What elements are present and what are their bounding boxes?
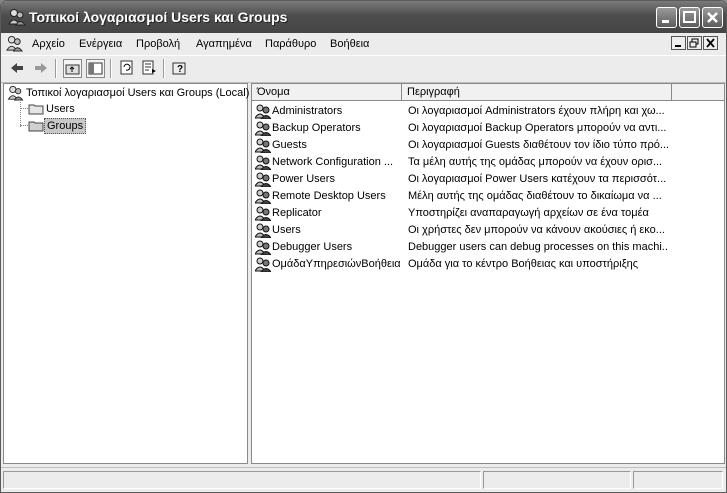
menu-help[interactable]: Βοήθεια (330, 38, 369, 50)
list-item[interactable]: Remote Desktop Users Μέλη αυτής της ομάδα… (252, 188, 724, 205)
group-icon (255, 206, 271, 221)
maximize-button[interactable] (679, 7, 700, 28)
list-item[interactable]: Network Configuration ... Τα μέλη αυτής τ… (252, 154, 724, 171)
toolbar-separator (55, 59, 57, 78)
users-groups-icon[interactable] (6, 35, 23, 52)
group-icon (255, 172, 271, 187)
column-header-description[interactable]: Περιγραφή (402, 84, 672, 101)
refresh-icon (120, 60, 133, 75)
maximize-icon (683, 11, 696, 23)
column-header-filler (672, 84, 724, 101)
export-list-button[interactable] (140, 59, 159, 78)
group-icon (255, 104, 271, 119)
menu-view[interactable]: Προβολή (136, 38, 180, 50)
tree-node-users[interactable]: Users (46, 102, 75, 116)
group-icon (255, 189, 271, 204)
group-description: Τα μέλη αυτής της ομάδας μπορούν να έχου… (408, 156, 663, 168)
folder-up-icon (65, 64, 80, 75)
group-icon (255, 257, 271, 272)
list-item[interactable]: ΟμάδαΥπηρεσιώνΒοήθειας Ομάδα για το κέντρ… (252, 256, 724, 273)
users-groups-icon (7, 85, 24, 101)
child-restore-button[interactable] (687, 36, 702, 50)
group-icon (255, 121, 271, 136)
column-header-name[interactable]: Όνομα (252, 84, 402, 101)
group-name: Administrators (272, 105, 343, 117)
group-name: Power Users (272, 173, 335, 185)
toolbar-separator (163, 59, 165, 78)
status-pane (483, 471, 631, 489)
refresh-button[interactable] (117, 59, 136, 78)
folder-icon (28, 104, 44, 115)
group-icon (255, 138, 271, 153)
group-name: Debugger Users (272, 241, 353, 253)
menu-window[interactable]: Παράθυρο (265, 38, 316, 50)
list-item[interactable]: Replicator Υποστηρίζει αναπαραγωγή αρχείω… (252, 205, 724, 222)
forward-arrow-icon (35, 63, 47, 73)
list-item[interactable]: Backup Operators Οι λογαριασμοί Backup Op… (252, 120, 724, 137)
child-minimize-button[interactable] (671, 36, 686, 50)
close-icon (706, 38, 715, 48)
console-tree: Τοπικοί λογαριασμοί Users και Groups (Lo… (3, 83, 249, 464)
back-button[interactable] (7, 59, 26, 78)
title-bar[interactable]: Τοπικοί λογαριασμοί Users και Groups (1, 1, 726, 33)
group-description: Οι λογαριασμοί Administrators έχουν πλήρ… (408, 105, 665, 117)
menu-bar: Αρχείο Ενέργεια Προβολή Αγαπημένα Παράθυ… (1, 33, 726, 55)
help-icon: ? (172, 62, 186, 75)
group-name: ΟμάδαΥπηρεσιώνΒοήθειας (272, 258, 400, 270)
group-name: Backup Operators (272, 122, 361, 134)
group-icon (255, 223, 271, 238)
group-description: Οι λογαριασμοί Backup Operators μπορούν … (408, 122, 667, 134)
forward-button[interactable] (31, 59, 50, 78)
help-button[interactable]: ? (170, 59, 189, 78)
tree-root-node[interactable]: Τοπικοί λογαριασμοί Users και Groups (Lo… (26, 86, 249, 100)
group-name: Remote Desktop Users (272, 190, 386, 202)
list-item[interactable]: Administrators Οι λογαριασμοί Administrat… (252, 103, 724, 120)
toolbar: ? (1, 55, 726, 83)
group-description: Μέλη αυτής της ομάδας διαθέτουν το δικαί… (408, 190, 662, 202)
tree-connector (20, 100, 21, 127)
tree-node-groups[interactable]: Groups (44, 118, 87, 134)
folder-icon (28, 121, 44, 132)
child-close-button[interactable] (703, 36, 718, 50)
group-icon (255, 155, 271, 170)
window-title: Τοπικοί λογαριασμοί Users και Groups (29, 9, 288, 25)
group-description: Υποστηρίζει αναπαραγωγή αρχείων σε ένα τ… (408, 207, 649, 219)
up-one-level-button[interactable] (63, 59, 82, 78)
status-bar (1, 467, 726, 492)
menu-favorites[interactable]: Αγαπημένα (196, 38, 252, 50)
close-icon (707, 12, 718, 23)
group-icon (255, 240, 271, 255)
group-description: Οι χρήστες δεν μπορούν να κάνουν ακούσιε… (408, 224, 665, 236)
group-description: Ομάδα για το κέντρο Βοήθειας και υποστήρ… (408, 258, 639, 270)
restore-icon (689, 38, 699, 48)
export-list-icon (142, 60, 156, 75)
list-item[interactable]: Power Users Οι λογαριασμοί Power Users κα… (252, 171, 724, 188)
group-description: Οι λογαριασμοί Guests διαθέτουν τον ίδιο… (408, 139, 668, 151)
list-item[interactable]: Debugger Users Debugger users can debug p… (252, 239, 724, 256)
group-name: Network Configuration ... (272, 156, 394, 168)
close-button[interactable] (702, 7, 723, 28)
group-name: Replicator (272, 207, 322, 219)
minimize-icon (675, 45, 681, 47)
users-groups-icon (8, 9, 26, 26)
group-name: Guests (272, 139, 307, 151)
group-name: Users (272, 224, 301, 236)
menu-action[interactable]: Ενέργεια (79, 38, 122, 50)
show-hide-console-tree-button[interactable] (86, 59, 105, 78)
mmc-window: Τοπικοί λογαριασμοί Users και Groups Αρχ… (0, 0, 727, 493)
toolbar-separator (110, 59, 112, 78)
results-list: Όνομα Περιγραφή Administrators Οι λογαρια… (251, 83, 725, 464)
list-item[interactable]: Users Οι χρήστες δεν μπορούν να κάνουν ακ… (252, 222, 724, 239)
list-item[interactable]: Guests Οι λογαριασμοί Guests διαθέτουν το… (252, 137, 724, 154)
status-pane (633, 471, 723, 489)
menu-file[interactable]: Αρχείο (32, 38, 65, 50)
minimize-icon (662, 20, 669, 23)
console-tree-icon (88, 62, 103, 75)
group-description: Οι λογαριασμοί Power Users κατέχουν τα π… (408, 173, 667, 185)
svg-text:?: ? (177, 64, 183, 75)
back-arrow-icon (11, 63, 23, 73)
minimize-button[interactable] (656, 7, 677, 28)
group-description: Debugger users can debug processes on th… (408, 241, 668, 253)
status-pane (3, 471, 481, 489)
